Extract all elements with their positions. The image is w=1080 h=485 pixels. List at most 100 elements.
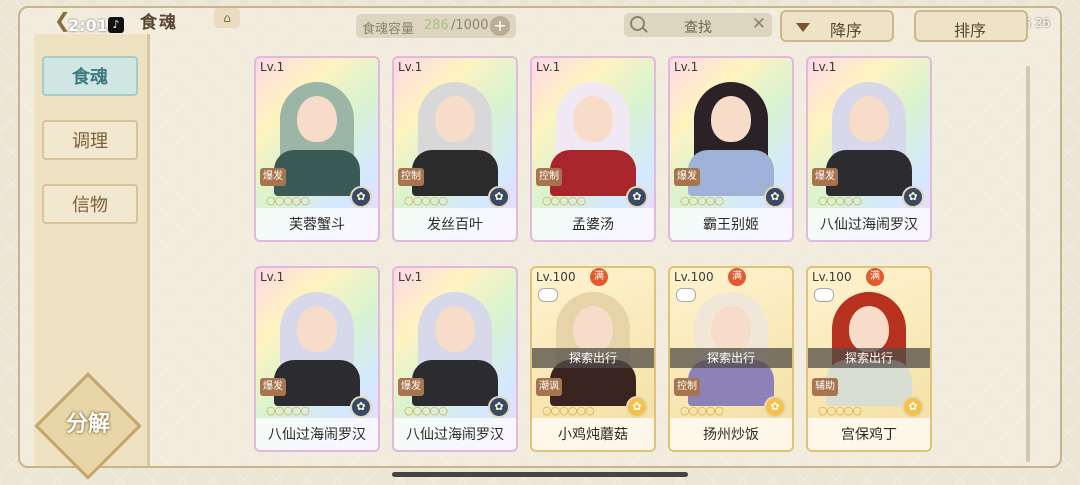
card-name: 八仙过海闹罗汉 <box>406 427 504 443</box>
role-badge: 潮讽 <box>536 378 562 396</box>
max-badge: 满 <box>728 268 746 286</box>
card-name: 孟婆汤 <box>572 217 614 233</box>
portrait-face <box>297 306 337 352</box>
star-rating: ○○○○○ <box>266 404 310 417</box>
card-level: Lv.100 <box>674 270 714 284</box>
sort-order-label: 降序 <box>830 21 863 40</box>
card-level: Lv.1 <box>536 60 561 74</box>
sort-type-button[interactable]: 排序 <box>914 10 1028 42</box>
sort-type-label: 排序 <box>954 21 987 40</box>
triangle-down-icon <box>796 23 810 32</box>
role-badge: 爆发 <box>260 378 286 396</box>
star-rating: ○○○○○ <box>680 404 724 417</box>
tab-food-soul[interactable]: 食魂 <box>42 56 138 96</box>
disassemble-label: 分解 <box>65 412 110 437</box>
star-rating: ○○○○○ <box>266 194 310 207</box>
portrait-body <box>826 150 912 196</box>
tab-cook[interactable]: 调理 <box>42 120 138 160</box>
search-input[interactable]: 查找 ✕ <box>624 13 772 37</box>
portrait-face <box>711 306 751 352</box>
portrait-face <box>573 96 613 142</box>
page-title: 食魂 <box>140 13 178 33</box>
scrollbar[interactable] <box>1026 66 1030 462</box>
flower-icon: ✿ <box>764 186 786 208</box>
portrait-face <box>435 306 475 352</box>
flower-icon: ✿ <box>488 396 510 418</box>
card-name: 扬州炒饭 <box>703 427 759 443</box>
star-rating: ○○○○○ <box>680 194 724 207</box>
role-badge: 爆发 <box>398 378 424 396</box>
flower-icon: ✿ <box>764 396 786 418</box>
flower-icon: ✿ <box>350 396 372 418</box>
portrait-body <box>412 150 498 196</box>
role-badge: 爆发 <box>674 168 700 186</box>
food-soul-card[interactable]: Lv.1 爆发 ○○○○○ ✿ 八仙过海闹罗汉 <box>254 266 380 452</box>
star-rating: ○○○○○ <box>404 404 448 417</box>
explore-status: 探索出行 <box>670 348 792 368</box>
card-name: 八仙过海闹罗汉 <box>820 217 918 233</box>
portrait-face <box>849 306 889 352</box>
chat-bubble-icon <box>814 288 834 302</box>
portrait-face <box>573 306 613 352</box>
food-soul-card[interactable]: Lv.1 爆发 ○○○○○ ✿ 霸王别姬 <box>668 56 794 242</box>
flower-icon: ✿ <box>488 186 510 208</box>
food-soul-card[interactable]: Lv.100 满探索出行 辅助 ○○○○○ ✿ 宫保鸡丁 <box>806 266 932 452</box>
explore-status: 探索出行 <box>532 348 654 368</box>
flower-icon: ✿ <box>902 396 924 418</box>
battery-label: 26 <box>1034 16 1050 30</box>
portrait-body <box>274 360 360 406</box>
flower-icon: ✿ <box>350 186 372 208</box>
food-soul-card[interactable]: Lv.100 满探索出行 潮讽 ○○○○○○ ✿ 小鸡炖蘑菇 <box>530 266 656 452</box>
search-placeholder: 查找 <box>684 20 712 36</box>
food-soul-card[interactable]: Lv.1 爆发 ○○○○○ ✿ 八仙过海闹罗汉 <box>806 56 932 242</box>
role-badge: 爆发 <box>260 168 286 186</box>
portrait-face <box>435 96 475 142</box>
card-name: 发丝百叶 <box>427 217 483 233</box>
explore-status: 探索出行 <box>808 348 930 368</box>
food-soul-card[interactable]: Lv.1 爆发 ○○○○○ ✿ 芙蓉蟹斗 <box>254 56 380 242</box>
tiktok-icon: ♪ <box>108 17 124 33</box>
capacity-label: 食魂容量 <box>362 22 415 37</box>
star-rating: ○○○○○ <box>542 194 586 207</box>
card-name: 霸王别姬 <box>703 217 759 233</box>
role-badge: 控制 <box>674 378 700 396</box>
portrait-body <box>550 150 636 196</box>
chat-bubble-icon <box>676 288 696 302</box>
portrait-body <box>412 360 498 406</box>
star-rating: ○○○○○ <box>404 194 448 207</box>
card-level: Lv.1 <box>812 60 837 74</box>
card-level: Lv.1 <box>260 270 285 284</box>
portrait-face <box>711 96 751 142</box>
portrait-body <box>274 150 360 196</box>
max-badge: 满 <box>866 268 884 286</box>
card-level: Lv.1 <box>398 60 423 74</box>
home-indicator[interactable] <box>392 472 688 477</box>
star-rating: ○○○○○○ <box>542 404 595 417</box>
food-soul-card[interactable]: Lv.1 爆发 ○○○○○ ✿ 八仙过海闹罗汉 <box>392 266 518 452</box>
food-soul-card[interactable]: Lv.1 控制 ○○○○○ ✿ 孟婆汤 <box>530 56 656 242</box>
portrait-face <box>849 96 889 142</box>
portrait-face <box>297 96 337 142</box>
close-icon[interactable]: ✕ <box>752 14 766 34</box>
sort-order-button[interactable]: 降序 <box>780 10 894 42</box>
home-icon[interactable]: ⌂ <box>214 8 240 28</box>
star-rating: ○○○○○ <box>818 404 862 417</box>
card-level: Lv.100 <box>536 270 576 284</box>
card-level: Lv.1 <box>674 60 699 74</box>
tab-token[interactable]: 信物 <box>42 184 138 224</box>
card-name: 芙蓉蟹斗 <box>289 217 345 233</box>
add-capacity-button[interactable]: + <box>490 16 510 36</box>
card-name: 八仙过海闹罗汉 <box>268 427 366 443</box>
capacity-max: /1000 <box>451 18 489 33</box>
card-name: 小鸡炖蘑菇 <box>558 427 628 443</box>
role-badge: 辅助 <box>812 378 838 396</box>
food-soul-card[interactable]: Lv.1 控制 ○○○○○ ✿ 发丝百叶 <box>392 56 518 242</box>
card-level: Lv.1 <box>260 60 285 74</box>
flower-icon: ✿ <box>626 186 648 208</box>
back-arrow-icon[interactable]: ❮ <box>54 8 80 32</box>
chat-bubble-icon <box>538 288 558 302</box>
card-level: Lv.100 <box>812 270 852 284</box>
food-soul-card[interactable]: Lv.100 满探索出行控制 ○○○○○ ✿ 扬州炒饭 <box>668 266 794 452</box>
role-badge: 爆发 <box>812 168 838 186</box>
search-icon <box>630 16 645 31</box>
